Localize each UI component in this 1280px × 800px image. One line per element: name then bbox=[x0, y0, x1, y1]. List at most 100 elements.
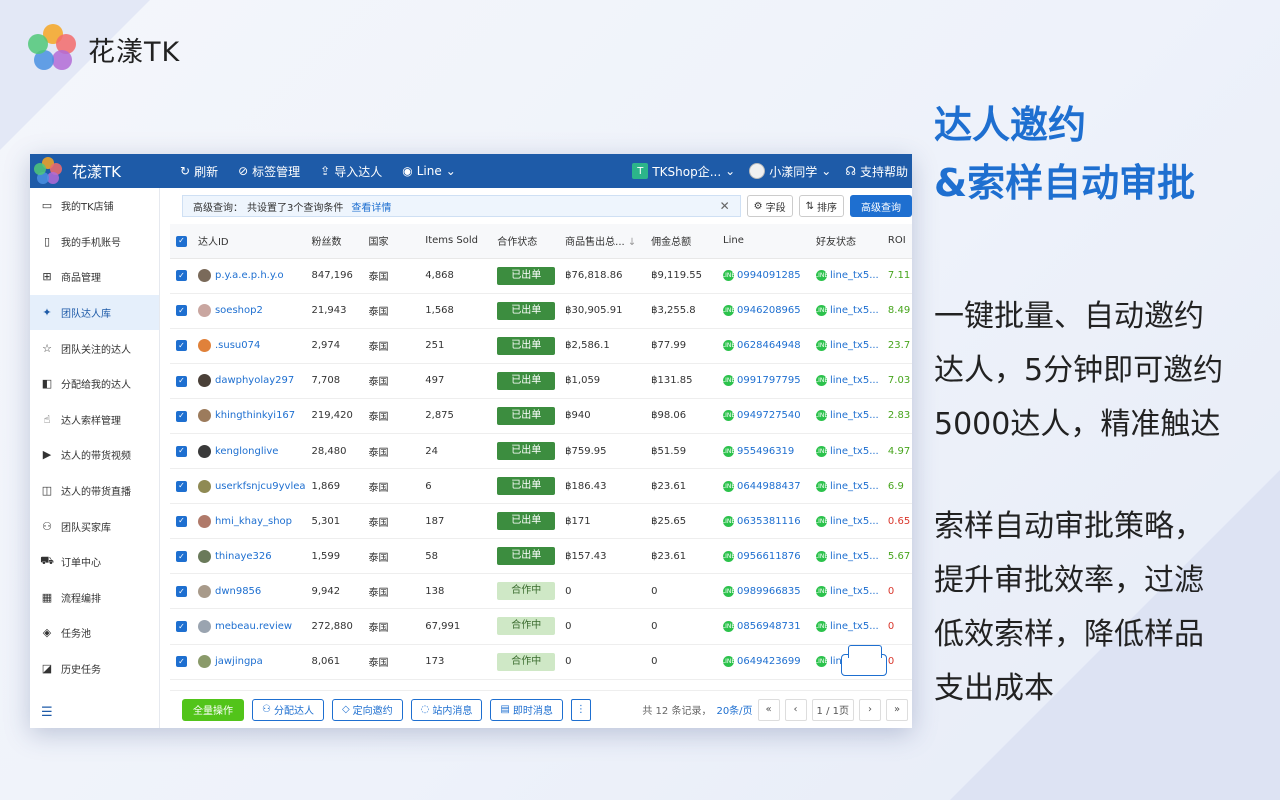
column-header-5[interactable]: 商品售出总... ↓ bbox=[559, 224, 646, 259]
creator-id[interactable]: .susu074 bbox=[197, 339, 306, 353]
last-page-icon[interactable]: » bbox=[886, 698, 908, 721]
line-cell[interactable]: LINE 0628464948 bbox=[717, 328, 810, 364]
creator-id[interactable]: hmi_khay_shop bbox=[197, 514, 306, 528]
close-icon[interactable]: ✕ bbox=[720, 199, 730, 213]
sidebar-item-3[interactable]: ✦ 团队达人库 bbox=[30, 294, 159, 331]
checkbox-checked-icon[interactable]: ✓ bbox=[176, 340, 187, 352]
toolbar-item-1[interactable]: ⊘ 标签管理 bbox=[238, 163, 300, 180]
row-checkbox-cell[interactable]: ✓ bbox=[170, 503, 192, 540]
line-contact[interactable]: LINE 0991797795 bbox=[722, 375, 810, 387]
creator-id-cell[interactable]: mebeau.review bbox=[191, 608, 306, 645]
creator-id[interactable]: p.y.a.e.p.h.y.o bbox=[197, 269, 306, 283]
friend-status-cell[interactable]: LINE line_tx5... bbox=[809, 608, 882, 645]
user-menu[interactable]: 小漾同学 ⌄ bbox=[749, 163, 831, 180]
sidebar-item-4[interactable]: ☆ 团队关注的达人 bbox=[30, 330, 159, 366]
friend-status[interactable]: LINE line_tx5... bbox=[815, 620, 882, 632]
creator-id[interactable]: dawphyolay297 bbox=[197, 374, 306, 388]
sidebar-item-11[interactable]: ▦ 流程编排 bbox=[30, 580, 159, 616]
row-checkbox-cell[interactable]: ✓ bbox=[170, 573, 192, 610]
line-cell[interactable]: LINE 955496319 bbox=[717, 433, 810, 470]
row-checkbox-cell[interactable]: ✓ bbox=[170, 258, 192, 294]
line-contact[interactable]: LINE 955496319 bbox=[722, 445, 810, 457]
creator-id-cell[interactable]: jawjingpa bbox=[191, 644, 306, 680]
friend-status-cell[interactable]: LINE line_tx5... bbox=[809, 258, 882, 294]
friend-status-cell[interactable]: LINE line_tx5... bbox=[809, 398, 882, 434]
row-checkbox-cell[interactable]: ✓ bbox=[170, 328, 192, 364]
footer-button-2[interactable]: ◌ 站内消息 bbox=[410, 698, 483, 721]
line-contact[interactable]: LINE 0635381116 bbox=[722, 515, 810, 527]
line-cell[interactable]: LINE 0989966835 bbox=[717, 573, 810, 610]
checkbox-checked-icon[interactable]: ✓ bbox=[176, 235, 187, 247]
collapse-menu-icon[interactable]: ☰ bbox=[41, 705, 53, 720]
sidebar-item-9[interactable]: ⚇ 团队买家库 bbox=[30, 508, 159, 544]
more-icon[interactable]: ⋮ bbox=[570, 698, 591, 721]
line-cell[interactable]: LINE 0635381116 bbox=[717, 503, 810, 540]
creator-id[interactable]: khingthinkyi167 bbox=[197, 409, 306, 423]
line-contact[interactable]: LINE 0956611876 bbox=[722, 550, 810, 562]
line-contact[interactable]: LINE 0946208965 bbox=[722, 305, 810, 317]
column-header-1[interactable]: 粉丝数 bbox=[305, 224, 363, 259]
checkbox-checked-icon[interactable]: ✓ bbox=[176, 586, 187, 598]
column-header-9[interactable]: ROI bbox=[881, 224, 912, 259]
friend-status[interactable]: LINE line_tx5... bbox=[815, 550, 882, 562]
creator-id-cell[interactable]: .susu074 bbox=[191, 328, 306, 364]
line-contact[interactable]: LINE 0989966835 bbox=[722, 585, 810, 597]
creator-id-cell[interactable]: soeshop2 bbox=[191, 293, 306, 329]
sidebar-item-7[interactable]: ▶ 达人的带货视频 bbox=[30, 437, 159, 473]
sidebar-item-12[interactable]: ◈ 任务池 bbox=[30, 615, 159, 651]
floating-inbox-icon[interactable] bbox=[841, 645, 887, 676]
creator-id-cell[interactable]: khingthinkyi167 bbox=[191, 398, 306, 434]
friend-status-cell[interactable]: LINE line_tx5... bbox=[809, 503, 882, 540]
creator-id-cell[interactable]: dwn9856 bbox=[191, 573, 306, 610]
sidebar-item-1[interactable]: ▯ 我的手机账号 bbox=[30, 224, 159, 260]
friend-status[interactable]: LINE line_tx5... bbox=[815, 585, 882, 597]
line-cell[interactable]: LINE 0946208965 bbox=[717, 293, 810, 329]
creator-id[interactable]: userkfsnjcu9yvlea bbox=[197, 479, 306, 493]
line-cell[interactable]: LINE 0949727540 bbox=[717, 398, 810, 434]
row-checkbox-cell[interactable]: ✓ bbox=[170, 608, 192, 645]
row-checkbox-cell[interactable]: ✓ bbox=[170, 433, 192, 470]
next-page-icon[interactable]: › bbox=[859, 698, 881, 721]
help-button[interactable]: ☊ 支持帮助 bbox=[845, 163, 908, 180]
friend-status-cell[interactable]: LINE line_tx5... bbox=[809, 363, 882, 399]
column-header-0[interactable]: 达人ID bbox=[191, 224, 306, 259]
friend-status[interactable]: LINE line_tx5... bbox=[815, 340, 882, 352]
creator-id[interactable]: thinaye326 bbox=[197, 549, 306, 563]
line-contact[interactable]: LINE 0856948731 bbox=[722, 620, 810, 632]
sidebar-item-2[interactable]: ⊞ 商品管理 bbox=[30, 259, 159, 295]
checkbox-checked-icon[interactable]: ✓ bbox=[176, 410, 187, 422]
friend-status-cell[interactable]: LINE line_tx5... bbox=[809, 293, 882, 329]
footer-button-3[interactable]: ▤ 即时消息 bbox=[490, 698, 563, 721]
creator-id-cell[interactable]: hmi_khay_shop bbox=[191, 503, 306, 540]
line-contact[interactable]: LINE 0949727540 bbox=[722, 410, 810, 422]
creator-id-cell[interactable]: thinaye326 bbox=[191, 538, 306, 575]
row-checkbox-cell[interactable]: ✓ bbox=[170, 398, 192, 434]
sidebar-item-13[interactable]: ◪ 历史任务 bbox=[30, 651, 159, 687]
checkbox-checked-icon[interactable]: ✓ bbox=[176, 305, 187, 317]
field-button[interactable]: ⚙ 字段 bbox=[746, 195, 793, 217]
line-contact[interactable]: LINE 0628464948 bbox=[722, 340, 810, 352]
footer-button-0[interactable]: ⚇ 分配达人 bbox=[252, 698, 324, 721]
toolbar-item-0[interactable]: ↻ 刷新 bbox=[180, 163, 218, 180]
sidebar-item-8[interactable]: ◫ 达人的带货直播 bbox=[30, 473, 159, 509]
line-cell[interactable]: LINE 0856948731 bbox=[717, 608, 810, 645]
sidebar-item-10[interactable]: ⛟ 订单中心 bbox=[30, 544, 159, 580]
advanced-query-button[interactable]: 高级查询 bbox=[850, 195, 912, 217]
row-checkbox-cell[interactable]: ✓ bbox=[170, 538, 192, 575]
checkbox-checked-icon[interactable]: ✓ bbox=[176, 551, 187, 563]
toolbar-item-3[interactable]: ◉ Line ⌄ bbox=[402, 163, 456, 180]
friend-status[interactable]: LINE line_tx5... bbox=[815, 305, 882, 317]
creator-id[interactable]: jawjingpa bbox=[197, 655, 306, 669]
column-header-2[interactable]: 国家 bbox=[362, 224, 420, 259]
query-detail-link[interactable]: 查看详情 bbox=[351, 199, 391, 214]
checkbox-checked-icon[interactable]: ✓ bbox=[176, 656, 187, 668]
friend-status[interactable]: LINE line_tx5... bbox=[815, 445, 882, 457]
friend-status[interactable]: LINE line_tx5... bbox=[815, 480, 882, 492]
line-cell[interactable]: LINE 0956611876 bbox=[717, 538, 810, 575]
line-cell[interactable]: LINE 0991797795 bbox=[717, 363, 810, 399]
sidebar-item-5[interactable]: ◧ 分配给我的达人 bbox=[30, 366, 159, 402]
column-header-8[interactable]: 好友状态 bbox=[809, 224, 882, 259]
creator-id[interactable]: dwn9856 bbox=[197, 584, 306, 598]
page-indicator[interactable]: 1 / 1页 bbox=[811, 698, 854, 721]
row-checkbox-cell[interactable]: ✓ bbox=[170, 293, 192, 329]
